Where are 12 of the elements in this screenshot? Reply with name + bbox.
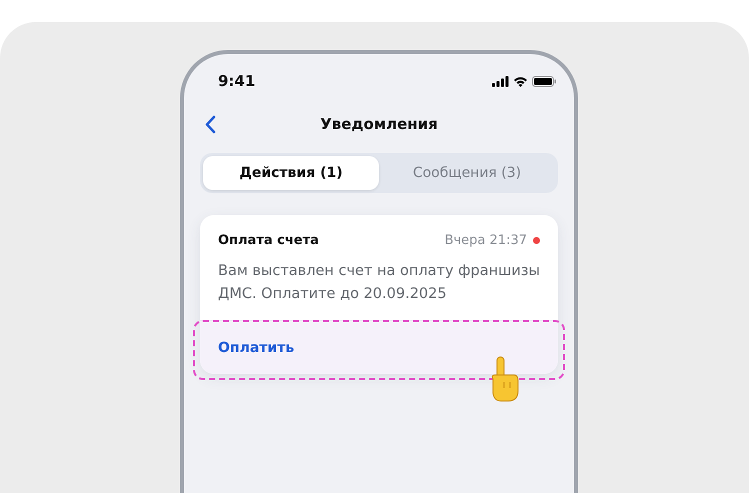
tab[interactable]: Сообщения (3): [379, 156, 555, 190]
back-icon[interactable]: [204, 115, 216, 134]
battery-icon: [532, 76, 556, 86]
pay-button[interactable]: Оплатить: [200, 320, 558, 374]
status-time: 9:41: [218, 72, 256, 90]
wifi-icon: [513, 76, 528, 86]
screen-title: Уведомления: [320, 115, 438, 133]
signal-icon: [492, 76, 509, 86]
tab[interactable]: Действия (1): [203, 156, 379, 190]
notification-title: Оплата счета: [218, 233, 319, 248]
notification-time: Вчера 21:37: [444, 233, 527, 248]
notification-text: Вам выставлен счет на оплату франшизы ДМС. Оплатите до 20.09.2025: [217, 262, 541, 304]
